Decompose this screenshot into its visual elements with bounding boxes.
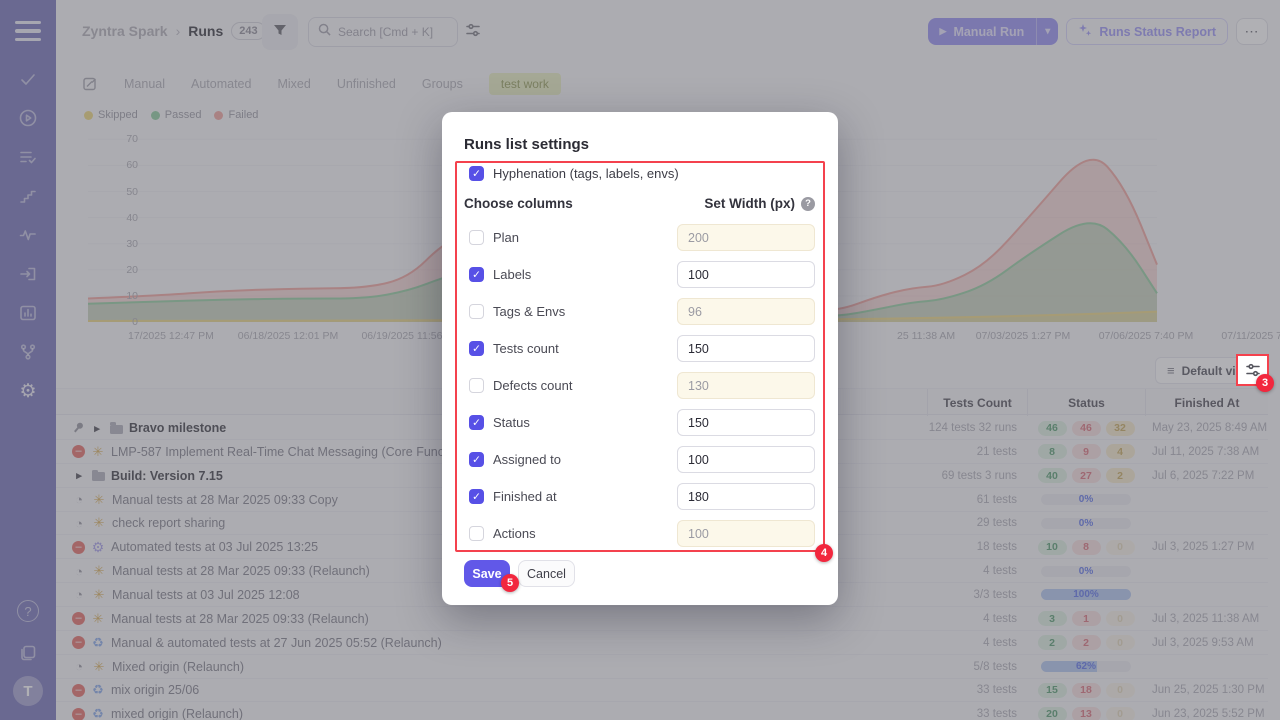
annotation-badge-4: 4 [815, 544, 833, 562]
column-label: Finished at [493, 489, 557, 504]
column-label: Status [493, 415, 530, 430]
width-input-actions[interactable] [677, 520, 815, 547]
cancel-button[interactable]: Cancel [518, 560, 575, 587]
column-setting-row: ✓ Status [442, 404, 838, 441]
column-label: Assigned to [493, 452, 561, 467]
modal-title: Runs list settings [464, 136, 589, 153]
column-setting-row: ✓ Labels [442, 256, 838, 293]
annotation-badge-3: 3 [1256, 374, 1274, 392]
width-input-plan[interactable] [677, 224, 815, 251]
column-setting-row: Plan [442, 219, 838, 256]
column-label: Tags & Envs [493, 304, 565, 319]
width-input-tests-count[interactable] [677, 335, 815, 362]
hyphenation-checkbox[interactable]: ✓ [469, 166, 484, 181]
annotation-badge-5: 5 [501, 574, 519, 592]
width-input-finished-at[interactable] [677, 483, 815, 510]
column-checkbox-defects-count[interactable] [469, 378, 484, 393]
column-checkbox-labels[interactable]: ✓ [469, 267, 484, 282]
column-checkbox-actions[interactable] [469, 526, 484, 541]
column-label: Actions [493, 526, 536, 541]
column-label: Plan [493, 230, 519, 245]
column-checkbox-assigned-to[interactable]: ✓ [469, 452, 484, 467]
column-label: Labels [493, 267, 531, 282]
column-setting-row: ✓ Finished at [442, 478, 838, 515]
column-checkbox-status[interactable]: ✓ [469, 415, 484, 430]
column-checkbox-tests-count[interactable]: ✓ [469, 341, 484, 356]
column-setting-row: Actions [442, 515, 838, 552]
column-setting-row: ✓ Tests count [442, 330, 838, 367]
column-label: Tests count [493, 341, 559, 356]
app-window: ⚙ ? T Zyntra Spark › Runs 243 [0, 0, 1280, 720]
width-input-labels[interactable] [677, 261, 815, 288]
width-input-assigned-to[interactable] [677, 446, 815, 473]
width-input-status[interactable] [677, 409, 815, 436]
column-checkbox-plan[interactable] [469, 230, 484, 245]
choose-columns-header: Choose columns [464, 196, 573, 211]
column-setting-row: Tags & Envs [442, 293, 838, 330]
column-label: Defects count [493, 378, 573, 393]
width-input-tags-envs[interactable] [677, 298, 815, 325]
width-input-defects-count[interactable] [677, 372, 815, 399]
column-setting-row: ✓ Assigned to [442, 441, 838, 478]
hyphenation-label: Hyphenation (tags, labels, envs) [493, 166, 679, 181]
set-width-header: Set Width (px) [704, 196, 795, 211]
help-tooltip-icon[interactable]: ? [801, 197, 815, 211]
column-checkbox-tags-envs[interactable] [469, 304, 484, 319]
column-checkbox-finished-at[interactable]: ✓ [469, 489, 484, 504]
column-setting-row: Defects count [442, 367, 838, 404]
hyphenation-row[interactable]: ✓ Hyphenation (tags, labels, envs) [469, 166, 679, 181]
runs-list-settings-modal: Runs list settings ✓ Hyphenation (tags, … [442, 112, 838, 605]
